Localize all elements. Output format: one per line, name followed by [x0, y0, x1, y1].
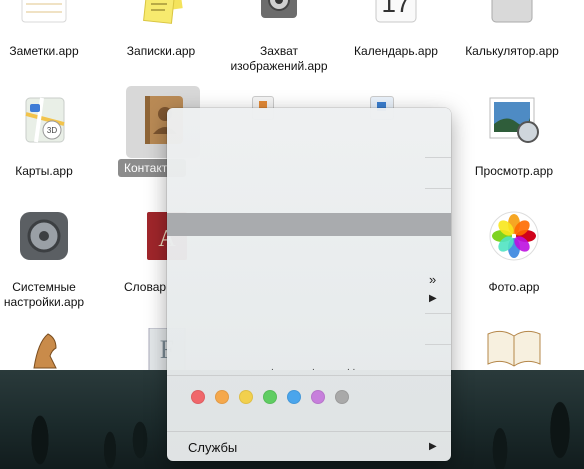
menu-item-highlighted[interactable] — [167, 213, 451, 236]
submenu-arrow-icon: ▶ — [429, 441, 437, 452]
app-notes[interactable]: Заметки.app — [0, 0, 99, 59]
tag-purple[interactable] — [311, 390, 325, 404]
menu-separator — [425, 157, 451, 158]
services-label: Службы — [188, 440, 238, 455]
menu-dot: . — [312, 362, 315, 373]
app-stickies[interactable]: Записки.app — [106, 0, 216, 59]
menu-separator — [425, 188, 451, 189]
tag-yellow[interactable] — [239, 390, 253, 404]
tag-green[interactable] — [263, 390, 277, 404]
app-label: Записки.app — [126, 44, 196, 58]
app-label: Калькулятор.app — [465, 44, 559, 58]
image-capture-icon — [247, 0, 311, 38]
app-label: Просмотр.app — [474, 164, 554, 178]
tag-gray[interactable] — [335, 390, 349, 404]
app-calendar[interactable]: 17 Календарь.app — [341, 0, 451, 59]
context-menu: » ▶ . . . . Службы ▶ — [167, 108, 451, 461]
stickies-icon — [129, 0, 193, 38]
app-label: Захват изображений.app — [230, 44, 328, 73]
app-photos[interactable]: Фото.app — [459, 210, 569, 295]
app-label: Карты.app — [15, 164, 73, 178]
svg-text:3D: 3D — [47, 126, 57, 135]
menu-dot: . . — [347, 362, 356, 373]
tag-orange[interactable] — [215, 390, 229, 404]
tag-red[interactable] — [191, 390, 205, 404]
menu-separator — [167, 375, 451, 376]
menu-separator — [425, 313, 451, 314]
menu-separator — [167, 431, 451, 432]
app-calculator[interactable]: Калькулятор.app — [457, 0, 567, 59]
maps-icon: 3D — [12, 94, 76, 158]
preview-icon — [482, 94, 546, 158]
overflow-icon[interactable]: » — [429, 272, 437, 287]
calculator-icon — [480, 0, 544, 38]
app-label: Заметки.app — [9, 44, 79, 58]
app-system-preferences[interactable]: Системные настройки.app — [0, 210, 99, 310]
calendar-icon: 17 — [364, 0, 428, 38]
app-label: Фото.app — [488, 280, 540, 294]
tag-blue[interactable] — [287, 390, 301, 404]
app-image-capture[interactable]: Захват изображений.app — [224, 0, 334, 74]
app-preview[interactable]: Просмотр.app — [459, 94, 569, 179]
submenu-arrow-icon[interactable]: ▶ — [429, 293, 437, 304]
menu-dot: . — [271, 362, 274, 373]
notes-icon — [12, 0, 76, 38]
app-label: Календарь.app — [354, 44, 438, 58]
app-maps[interactable]: 3D Карты.app — [0, 94, 99, 179]
system-preferences-icon — [12, 210, 76, 274]
svg-text:17: 17 — [382, 0, 411, 18]
menu-item-services[interactable]: Службы ▶ — [167, 438, 451, 458]
menu-separator — [425, 344, 451, 345]
app-label: Системные настройки.app — [3, 280, 85, 309]
photos-icon — [482, 210, 546, 274]
